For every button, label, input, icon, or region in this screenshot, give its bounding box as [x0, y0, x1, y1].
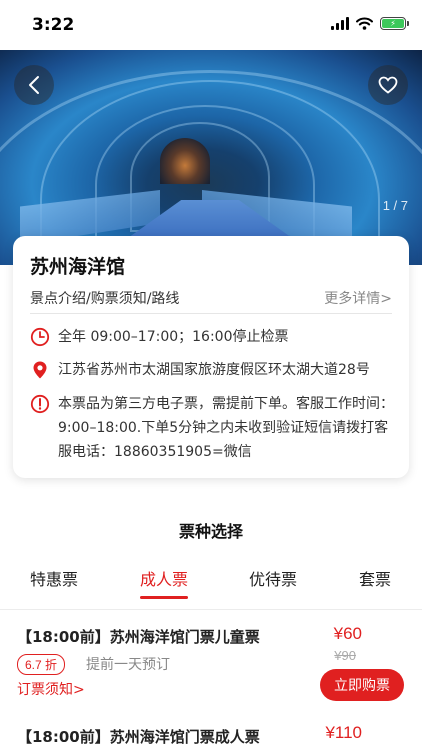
hours-text: 全年 09:00–17:00；16:00停止检票 — [58, 329, 289, 345]
status-time: 3:22 — [32, 15, 75, 35]
battery-icon: ⚡ — [380, 17, 409, 30]
ticket-notice-link[interactable]: 订票须知> — [17, 679, 85, 699]
signal-icon — [331, 17, 349, 30]
tab-adult[interactable]: 成人票 — [140, 566, 189, 599]
ticket-item: 【18:00前】苏州海洋馆门票儿童票 ¥60 ¥90 6.7 折 提前一天预订 … — [0, 612, 422, 712]
chevron-left-icon — [29, 76, 39, 94]
ticket-original-price: ¥90 — [334, 648, 356, 663]
tab-concession[interactable]: 优待票 — [249, 566, 297, 590]
clock-icon — [30, 327, 50, 347]
location-pin-icon — [33, 361, 47, 379]
ticket-item: 【18:00前】苏州海洋馆门票成人票 ¥110 — [0, 712, 422, 750]
notice-row: 本票品为第三方电子票，需提前下单。客服工作时间：9:00–18:00.下单5分钟… — [30, 392, 396, 464]
wifi-icon — [356, 17, 373, 30]
back-button[interactable] — [14, 65, 54, 105]
hero-image: 1 / 7 — [0, 50, 422, 265]
booking-note: 提前一天预订 — [86, 657, 170, 673]
ticket-section-title: 票种选择 — [178, 522, 243, 541]
tunnel-exit — [160, 138, 210, 184]
ticket-name[interactable]: 【18:00前】苏州海洋馆门票成人票 — [17, 726, 260, 747]
buy-now-button[interactable]: 立即购票 — [320, 669, 404, 701]
ticket-name[interactable]: 【18:00前】苏州海洋馆门票儿童票 — [17, 626, 260, 647]
alert-icon — [30, 394, 50, 414]
address-text: 江苏省苏州市太湖国家旅游度假区环太湖大道28号 — [58, 362, 370, 378]
venue-title: 苏州海洋馆 — [30, 256, 126, 278]
ticket-price: ¥110 — [325, 723, 362, 742]
more-details-link[interactable]: 更多详情> — [324, 288, 392, 308]
image-pager: 1 / 7 — [382, 198, 408, 213]
venue-info-card: 苏州海洋馆 景点介绍/购票须知/路线 更多详情> 全年 09:00–17:00；… — [13, 236, 409, 478]
favorite-button[interactable] — [368, 65, 408, 105]
notice-text: 本票品为第三方电子票，需提前下单。客服工作时间：9:00–18:00.下单5分钟… — [58, 396, 394, 460]
venue-links-label[interactable]: 景点介绍/购票须知/路线 — [30, 288, 179, 308]
ticket-price: ¥60 — [333, 624, 362, 643]
status-icons: ⚡ — [331, 17, 409, 30]
tab-package[interactable]: 套票 — [359, 566, 391, 590]
heart-icon — [378, 76, 398, 94]
hours-row: 全年 09:00–17:00；16:00停止检票 — [30, 325, 396, 349]
address-row[interactable]: 江苏省苏州市太湖国家旅游度假区环太湖大道28号 — [30, 358, 396, 382]
discount-badge: 6.7 折 — [17, 654, 66, 675]
tab-special[interactable]: 特惠票 — [30, 566, 78, 590]
venue-links-row[interactable]: 景点介绍/购票须知/路线 更多详情> — [30, 288, 392, 314]
ticket-tabs: 特惠票 成人票 优待票 套票 — [0, 566, 422, 610]
status-bar: 3:22 ⚡ — [0, 0, 422, 50]
